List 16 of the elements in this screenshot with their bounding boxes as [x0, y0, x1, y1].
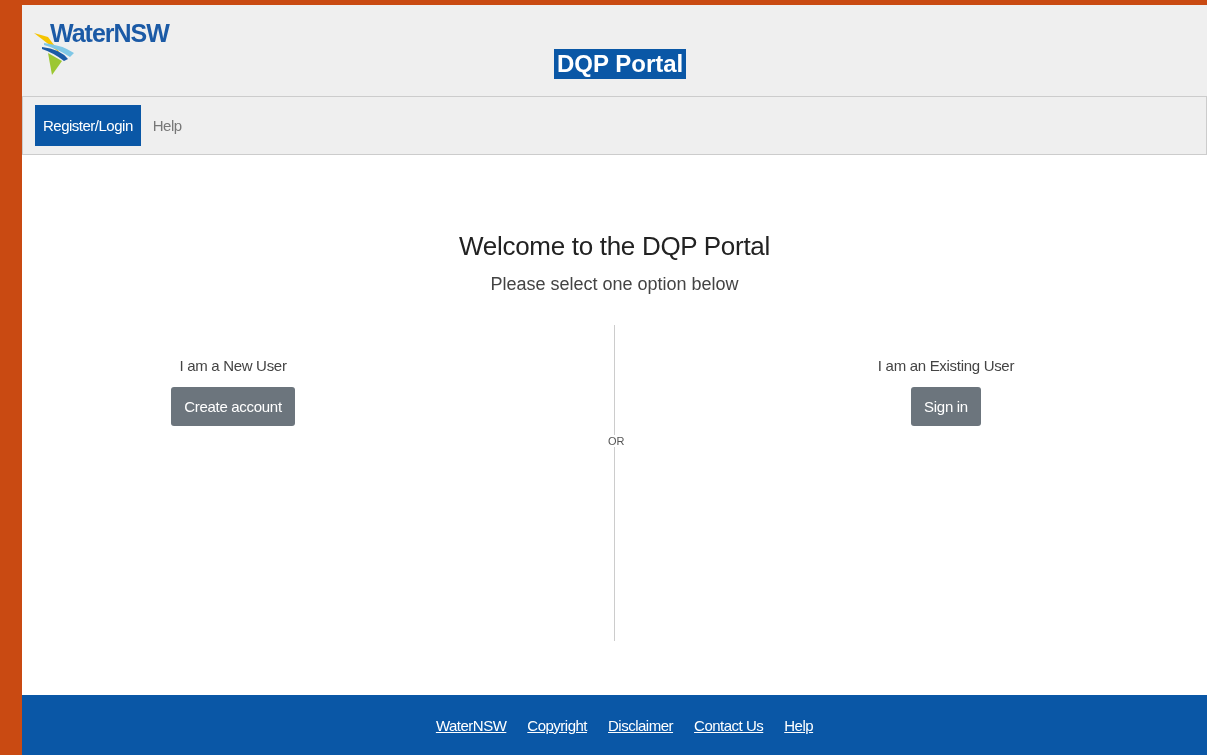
logo-text: WaterNSW [50, 19, 169, 48]
option-button[interactable]: Create account [171, 387, 295, 426]
option-button[interactable]: Sign in [911, 387, 981, 426]
welcome-heading: Welcome to the DQP Portal [459, 231, 770, 262]
footer-link[interactable]: Contact Us [694, 716, 764, 734]
portal-title: DQP Portal [554, 49, 687, 79]
divider-text: OR [606, 435, 627, 447]
welcome-subtitle: Please select one option below [490, 274, 739, 295]
nav-tab[interactable]: Register/Login [35, 105, 141, 146]
footer-link[interactable]: Disclaimer [608, 716, 674, 734]
footer-link[interactable]: WaterNSW [435, 716, 507, 734]
nav-tab[interactable]: Help [144, 105, 190, 146]
footer-link[interactable]: Copyright [527, 716, 588, 734]
option-label: I am an Existing User [877, 357, 1015, 374]
option-label: I am a New User [179, 357, 287, 374]
footer-link[interactable]: Help [784, 716, 814, 734]
